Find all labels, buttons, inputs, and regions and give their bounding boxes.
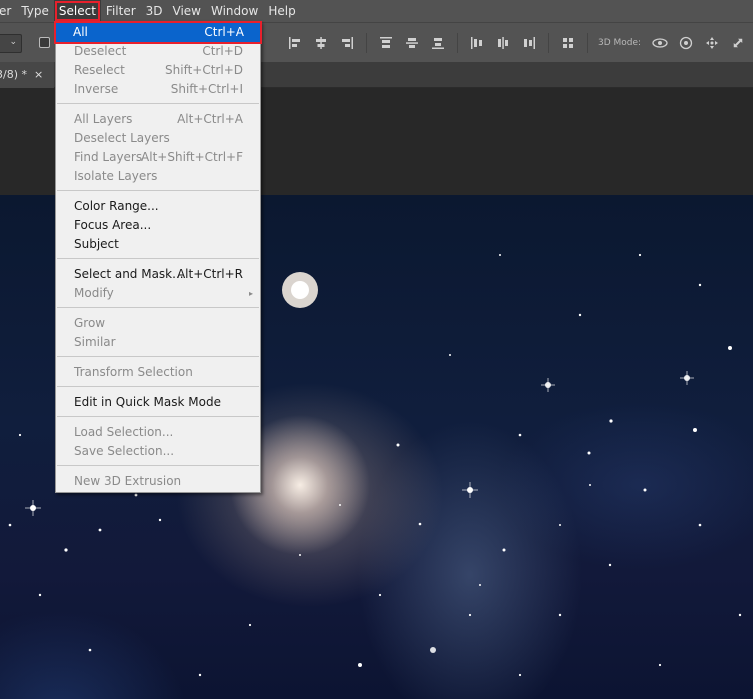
menu-divider: [57, 190, 259, 191]
align-left-edges-icon[interactable]: [282, 33, 308, 53]
menu-item-deselect-layers[interactable]: Deselect Layers: [57, 129, 259, 148]
align-distribute-group: 3D Mode:: [282, 33, 751, 53]
distribute-right-edges-icon[interactable]: [516, 33, 542, 53]
menu-divider: [57, 416, 259, 417]
menu-item-new-3d-extrusion[interactable]: New 3D Extrusion: [57, 472, 259, 491]
menu-filter[interactable]: Filter: [101, 0, 141, 22]
menu-divider: [57, 356, 259, 357]
toolbar-divider: [587, 33, 588, 53]
menu-item-label: Transform Selection: [74, 365, 193, 379]
menu-divider: [57, 258, 259, 259]
menu-item-shortcut: Alt+Ctrl+R: [176, 267, 243, 281]
menu-item-inverse[interactable]: Inverse Shift+Ctrl+I: [57, 80, 259, 99]
menu-item-label: All: [73, 25, 88, 39]
menu-item-label: Load Selection...: [74, 425, 174, 439]
distribute-top-edges-icon[interactable]: [373, 33, 399, 53]
distribute-vertical-centers-icon[interactable]: [399, 33, 425, 53]
menu-item-label: Inverse: [74, 82, 119, 96]
menu-item-isolate-layers[interactable]: Isolate Layers: [57, 167, 259, 186]
align-horizontal-centers-icon[interactable]: [308, 33, 334, 53]
submenu-arrow-icon: ▸: [248, 289, 253, 298]
menu-divider: [57, 103, 259, 104]
menu-divider: [57, 386, 259, 387]
menu-divider: [57, 465, 259, 466]
document-tab-title: 3/8) *: [0, 68, 27, 81]
menu-item-shortcut: Shift+Ctrl+I: [170, 82, 243, 96]
distribute-bottom-edges-icon[interactable]: [425, 33, 451, 53]
menu-item-label: Color Range...: [74, 199, 159, 213]
pan-3d-icon[interactable]: [699, 33, 725, 53]
menu-item-grow[interactable]: Grow: [57, 314, 259, 333]
menu-3d[interactable]: 3D: [141, 0, 168, 22]
menu-bar: er Type Select Filter 3D View Window Hel…: [0, 0, 753, 22]
close-icon[interactable]: ×: [34, 62, 43, 88]
menu-item-transform-selection[interactable]: Transform Selection: [57, 363, 259, 382]
menu-item-label: Grow: [74, 316, 106, 330]
toolbar-divider: [457, 33, 458, 53]
toolbar-divider: [366, 33, 367, 53]
distribute-left-edges-icon[interactable]: [464, 33, 490, 53]
menu-divider: [57, 307, 259, 308]
3d-mode-label: 3D Mode:: [598, 38, 642, 48]
menu-item-label: New 3D Extrusion: [74, 474, 182, 488]
toolbar-divider: [548, 33, 549, 53]
roll-3d-icon[interactable]: [673, 33, 699, 53]
menu-item-similar[interactable]: Similar: [57, 333, 259, 352]
menu-item-shortcut: Shift+Ctrl+D: [165, 63, 243, 77]
document-tab[interactable]: 3/8) * ×: [0, 62, 54, 88]
orbit-3d-icon[interactable]: [647, 33, 673, 53]
menu-item-label: All Layers: [74, 112, 133, 126]
menu-item-label: Save Selection...: [74, 444, 175, 458]
menu-item-shortcut: Ctrl+D: [202, 44, 243, 58]
menu-item-label: Find Layers: [74, 150, 143, 164]
auto-align-layers-icon[interactable]: [555, 33, 581, 53]
menu-item-label: Edit in Quick Mask Mode: [74, 395, 221, 409]
menu-window[interactable]: Window: [206, 0, 263, 22]
menu-item-shortcut: Ctrl+A: [204, 25, 244, 39]
menu-item-quick-mask[interactable]: Edit in Quick Mask Mode: [57, 393, 259, 412]
menu-item-save-selection[interactable]: Save Selection...: [57, 442, 259, 461]
menu-item-shortcut: Alt+Ctrl+A: [177, 112, 243, 126]
menu-item-label: Deselect: [74, 44, 127, 58]
menu-item-label: Modify: [74, 286, 114, 300]
align-right-edges-icon[interactable]: [334, 33, 360, 53]
menu-item-find-layers[interactable]: Find Layers Alt+Shift+Ctrl+F: [57, 148, 259, 167]
menu-item-load-selection[interactable]: Load Selection...: [57, 423, 259, 442]
menu-item-deselect[interactable]: Deselect Ctrl+D: [57, 42, 259, 61]
menu-help[interactable]: Help: [263, 0, 300, 22]
menu-item-shortcut: Alt+Shift+Ctrl+F: [141, 150, 243, 164]
tool-preset-dropdown[interactable]: ⌄: [0, 34, 22, 53]
chevron-down-icon: ⌄: [9, 37, 17, 47]
menu-item-label: Isolate Layers: [74, 169, 158, 183]
distribute-horizontal-centers-icon[interactable]: [490, 33, 516, 53]
menu-layer-partial[interactable]: er: [0, 0, 16, 22]
menu-item-label: Deselect Layers: [74, 131, 170, 145]
menu-type[interactable]: Type: [16, 0, 54, 22]
auto-select-checkbox[interactable]: [39, 37, 50, 48]
menu-item-label: Select and Mask...: [74, 267, 184, 281]
menu-item-label: Subject: [74, 237, 119, 251]
menu-item-color-range[interactable]: Color Range...: [57, 197, 259, 216]
select-menu: All Ctrl+A Deselect Ctrl+D Reselect Shif…: [54, 21, 262, 493]
menu-view[interactable]: View: [168, 0, 206, 22]
menu-item-label: Reselect: [74, 63, 125, 77]
menu-item-label: Focus Area...: [74, 218, 152, 232]
menu-item-modify[interactable]: Modify ▸: [57, 284, 259, 303]
menu-item-all-layers[interactable]: All Layers Alt+Ctrl+A: [57, 110, 259, 129]
menu-select[interactable]: Select: [53, 0, 101, 22]
menu-item-label: Similar: [74, 335, 116, 349]
menu-item-subject[interactable]: Subject: [57, 235, 259, 254]
menu-item-select-and-mask[interactable]: Select and Mask... Alt+Ctrl+R: [57, 265, 259, 284]
menu-item-focus-area[interactable]: Focus Area...: [57, 216, 259, 235]
menu-item-all[interactable]: All Ctrl+A: [54, 21, 262, 44]
slide-3d-icon[interactable]: [725, 33, 751, 53]
menu-item-reselect[interactable]: Reselect Shift+Ctrl+D: [57, 61, 259, 80]
